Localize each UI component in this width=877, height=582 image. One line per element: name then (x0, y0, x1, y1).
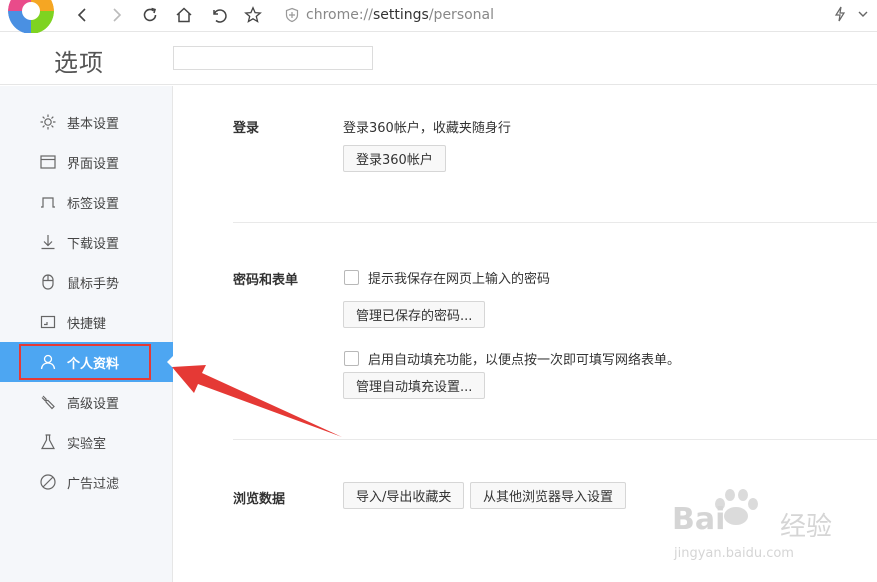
page-title: 选项 (54, 49, 104, 77)
person-icon (39, 353, 57, 371)
reload-button[interactable] (138, 4, 162, 26)
sidebar-item-label: 界面设置 (67, 156, 120, 172)
wrench-icon (39, 393, 57, 411)
sidebar-item-label: 个人资料 (67, 356, 120, 372)
manage-passwords-button[interactable]: 管理已保存的密码... (343, 301, 486, 328)
browser-toolbar: chrome://settings/personal (0, 0, 877, 34)
sidebar-item-label: 实验室 (67, 436, 107, 452)
bookmark-button[interactable] (241, 4, 265, 26)
forward-icon (113, 8, 122, 22)
chevron-down-icon[interactable] (857, 8, 869, 20)
section-label-login: 登录 (233, 121, 260, 136)
sidebar-item-mouse[interactable]: 鼠标手势 (0, 262, 173, 302)
sidebar-item-lab[interactable]: 实验室 (0, 422, 173, 462)
sidebar-item-label: 标签设置 (67, 196, 120, 212)
sidebar-item-label: 鼠标手势 (67, 276, 120, 292)
tab-icon (39, 193, 57, 211)
save-password-option[interactable]: 提示我保存在网页上输入的密码 (344, 268, 550, 287)
browser-logo-icon[interactable] (8, 0, 54, 34)
sidebar-item-download[interactable]: 下载设置 (0, 222, 173, 262)
autofill-option[interactable]: 启用自动填充功能，以便点按一次即可填写网络表单。 (344, 349, 680, 368)
keyboard-icon (39, 313, 57, 331)
sidebar-item-tabs[interactable]: 标签设置 (0, 182, 173, 222)
sidebar-item-basic[interactable]: 基本设置 (0, 102, 173, 142)
paw-logo-icon (715, 489, 758, 525)
undo-icon (213, 9, 227, 23)
section-label-browsing-data: 浏览数据 (233, 492, 286, 507)
section-divider (233, 222, 877, 223)
sidebar-item-label: 快捷键 (67, 316, 107, 332)
sidebar-item-label: 高级设置 (67, 396, 120, 412)
home-button[interactable] (172, 4, 196, 26)
download-icon (39, 233, 57, 251)
watermark-brand-tail: 经验 (780, 512, 833, 542)
back-icon (77, 8, 86, 22)
sidebar-item-shortcuts[interactable]: 快捷键 (0, 302, 173, 342)
mouse-icon (39, 273, 57, 291)
autofill-label: 启用自动填充功能，以便点按一次即可填写网络表单。 (368, 353, 681, 368)
sidebar-item-label: 广告过滤 (67, 476, 120, 492)
import-export-bookmarks-button[interactable]: 导入/导出收藏夹 (343, 482, 465, 509)
watermark-brand: Bai (672, 502, 726, 537)
shield-icon (285, 7, 299, 23)
window-icon (39, 153, 57, 171)
settings-sidebar: 基本设置 界面设置 标签设置 下载设置 鼠标手势 快捷键 个人资料 高级设置 实… (0, 86, 173, 582)
url-text: chrome://settings/personal (306, 7, 495, 23)
address-actions (833, 6, 869, 22)
import-from-other-browser-button[interactable]: 从其他浏览器导入设置 (470, 482, 627, 509)
block-icon (39, 473, 57, 491)
sidebar-item-label: 基本设置 (67, 116, 120, 132)
settings-header: 选项 (0, 33, 877, 85)
sidebar-item-advanced[interactable]: 高级设置 (0, 382, 173, 422)
watermark-site: jingyan.baidu.com (674, 546, 794, 561)
lightning-icon[interactable] (833, 6, 847, 22)
star-icon (244, 6, 262, 23)
login-description: 登录360帐户，收藏夹随身行 (343, 121, 511, 136)
settings-search-input[interactable] (173, 46, 373, 70)
baidu-watermark: Bai 经验 jingyan.baidu.com (668, 488, 868, 578)
home-icon (176, 7, 192, 23)
gear-icon (39, 113, 57, 131)
address-bar[interactable]: chrome://settings/personal (280, 4, 877, 26)
sidebar-item-label: 下载设置 (67, 236, 120, 252)
sidebar-item-adblock[interactable]: 广告过滤 (0, 462, 173, 502)
annotation-arrow-icon (172, 365, 342, 437)
login-360-account-button[interactable]: 登录360帐户 (343, 145, 446, 172)
save-password-label: 提示我保存在网页上输入的密码 (368, 272, 551, 287)
save-password-checkbox[interactable] (344, 270, 359, 285)
forward-button[interactable] (105, 4, 129, 26)
sidebar-item-personal[interactable]: 个人资料 (0, 342, 173, 382)
reload-icon (143, 7, 157, 22)
sidebar-item-interface[interactable]: 界面设置 (0, 142, 173, 182)
back-button[interactable] (70, 4, 94, 26)
manage-autofill-button[interactable]: 管理自动填充设置... (343, 372, 486, 399)
section-label-passwords: 密码和表单 (233, 273, 299, 288)
flask-icon (39, 433, 57, 451)
undo-button[interactable] (207, 4, 231, 26)
